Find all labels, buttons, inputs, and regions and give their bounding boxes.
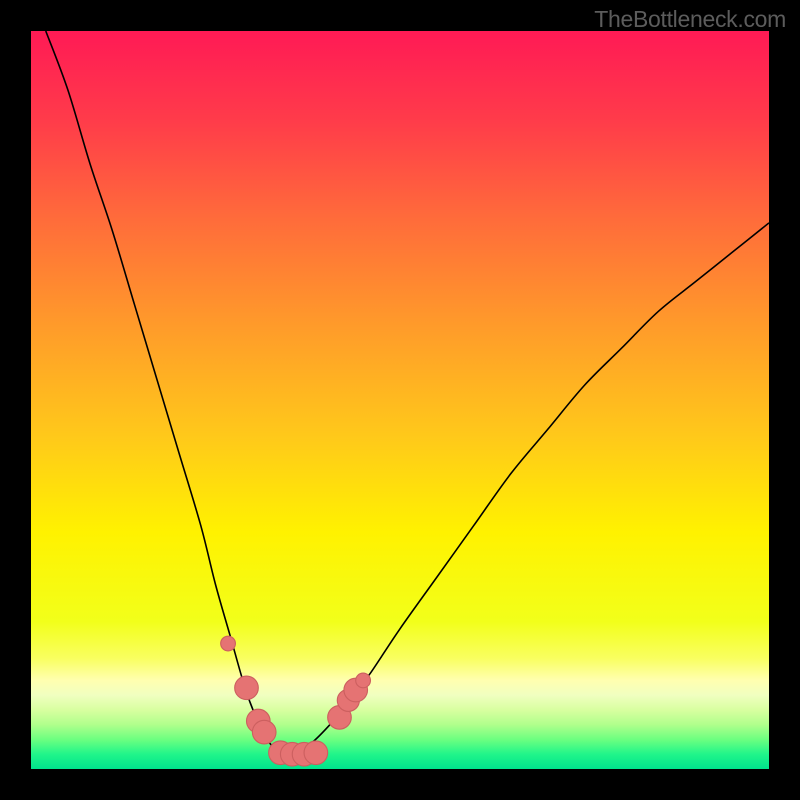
watermark-text: TheBottleneck.com [594,6,786,33]
curve-marker [235,676,259,700]
plot-area [31,31,769,769]
curve-markers [221,636,371,766]
curve-marker [356,673,371,688]
curve-marker [304,741,328,765]
curve-marker [221,636,236,651]
curve-layer [31,31,769,769]
chart-frame: TheBottleneck.com [0,0,800,800]
bottleneck-curve [46,31,769,754]
curve-marker [252,720,276,744]
